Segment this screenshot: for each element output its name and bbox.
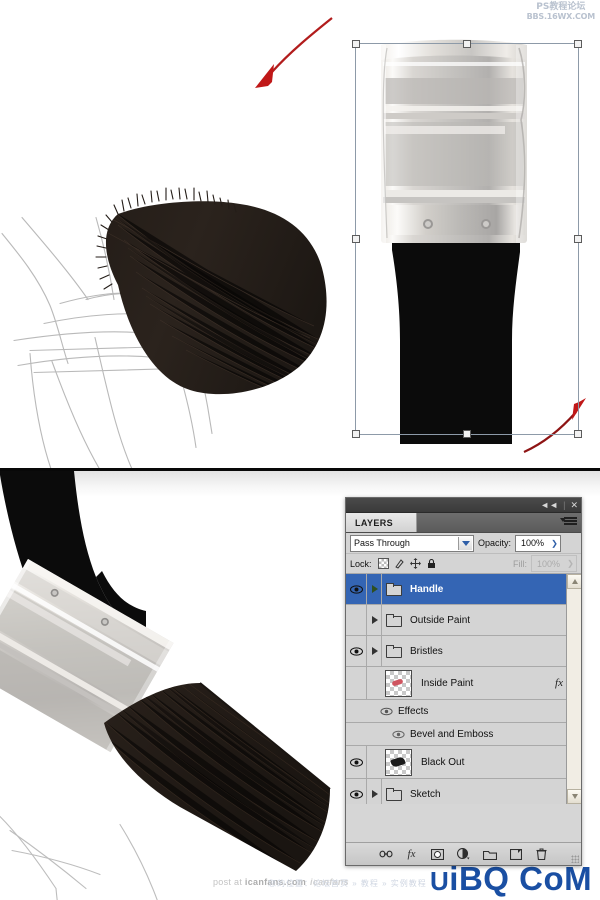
fill-label: Fill:: [513, 558, 527, 569]
eye-icon[interactable]: [392, 730, 405, 739]
add-layer-style-button[interactable]: fx: [405, 847, 419, 861]
watermark-top-right-line2: BBS.16WX.COM: [526, 12, 596, 21]
eye-icon: [349, 646, 363, 656]
layer-name: Outside Paint: [410, 614, 471, 626]
lock-image-pixels-icon[interactable]: [394, 558, 405, 569]
opacity-input[interactable]: 100% ❯: [515, 534, 562, 552]
transform-bounding-box[interactable]: [355, 43, 579, 435]
layer-row[interactable]: Black Out: [346, 746, 581, 779]
layer-visibility-toggle[interactable]: [346, 574, 367, 604]
blend-mode-row: Pass Through Opacity: 100% ❯: [346, 533, 581, 554]
folder-icon: [386, 645, 402, 658]
fill-input[interactable]: 100% ❯: [531, 555, 577, 572]
screenshot-root: PS教程论坛 BBS.16WX.COM post at icanfans.com…: [0, 0, 600, 900]
layers-panel-footer: fx: [346, 842, 581, 865]
link-layers-button[interactable]: [378, 847, 393, 861]
layer-name: Handle: [410, 583, 444, 595]
fill-group: Fill: 100% ❯: [513, 555, 577, 572]
folder-icon: [386, 788, 402, 801]
transform-handle-ml[interactable]: [352, 235, 360, 243]
layer-visibility-toggle[interactable]: [346, 636, 367, 666]
opacity-label: Opacity:: [478, 538, 512, 548]
tab-layers[interactable]: LAYERS: [346, 513, 417, 532]
layer-list[interactable]: Handle Outside Paint Bristles Inside Pai…: [346, 574, 581, 804]
group-expand-toggle[interactable]: [367, 779, 382, 804]
opacity-value: 100%: [521, 538, 545, 548]
layer-list-scrollbar[interactable]: [566, 574, 581, 804]
layer-name: Sketch: [410, 788, 441, 800]
layer-visibility-toggle[interactable]: [346, 605, 367, 635]
layer-row[interactable]: Bristles: [346, 636, 581, 667]
lock-position-icon[interactable]: [409, 558, 421, 569]
close-icon[interactable]: ✕: [570, 500, 578, 510]
layer-row[interactable]: Handle: [346, 574, 581, 605]
layer-row[interactable]: Inside Paint fx: [346, 667, 581, 700]
lock-all-icon[interactable]: [426, 558, 437, 569]
scroll-down-arrow-icon[interactable]: [567, 789, 581, 804]
layer-name: Bristles: [410, 645, 443, 657]
layer-effects-row[interactable]: Effects: [346, 700, 581, 723]
layer-visibility-toggle[interactable]: [346, 667, 367, 699]
blend-mode-value: Pass Through: [354, 538, 410, 548]
lock-label: Lock:: [350, 558, 372, 569]
layer-thumbnail[interactable]: [385, 748, 412, 776]
new-fill-adjustment-layer-button[interactable]: [457, 847, 471, 861]
watermark-post-text: post at: [213, 877, 245, 887]
fill-stepper-icon[interactable]: ❯: [560, 557, 576, 570]
group-expand-toggle[interactable]: [367, 636, 382, 666]
chevron-down-icon[interactable]: [458, 536, 472, 550]
transform-handle-br[interactable]: [574, 430, 582, 438]
scroll-up-arrow-icon[interactable]: [567, 574, 581, 589]
delete-layer-button[interactable]: [535, 847, 549, 861]
blend-mode-select[interactable]: Pass Through: [350, 534, 474, 552]
group-expand-toggle[interactable]: [367, 574, 382, 604]
lock-transparent-pixels-icon[interactable]: [377, 558, 389, 569]
transform-handle-mr[interactable]: [574, 235, 582, 243]
effect-name: Bevel and Emboss: [410, 728, 494, 740]
watermark-faint-forum-path: 您的位置：论坛首页 » 教程 » 实例教程: [268, 879, 427, 888]
layer-row[interactable]: Sketch: [346, 779, 581, 804]
eye-icon[interactable]: [380, 707, 393, 716]
titlebar-separator: |: [563, 499, 566, 510]
layer-thumbnail[interactable]: [385, 669, 412, 697]
eye-icon: [349, 584, 363, 594]
transform-handle-tr[interactable]: [574, 40, 582, 48]
add-layer-mask-button[interactable]: [431, 847, 445, 861]
transform-handle-bl[interactable]: [352, 430, 360, 438]
transform-handle-tc[interactable]: [463, 40, 471, 48]
canvas-top-pane: PS教程论坛 BBS.16WX.COM: [0, 0, 600, 469]
layer-effects-badge[interactable]: fx: [555, 677, 563, 689]
eye-icon: [349, 757, 363, 767]
layers-panel[interactable]: ◄◄ | ✕ LAYERS Pass Through Opacity: 100%: [345, 497, 582, 866]
panel-resize-grip[interactable]: [571, 855, 579, 863]
layer-name: Black Out: [421, 756, 465, 768]
layer-visibility-toggle[interactable]: [346, 746, 367, 778]
layer-visibility-toggle[interactable]: [346, 779, 367, 804]
opacity-stepper-icon[interactable]: ❯: [544, 537, 560, 550]
layer-name: Inside Paint: [421, 677, 474, 689]
lock-row: Lock: Fill: 100% ❯: [346, 554, 581, 574]
new-group-button[interactable]: [482, 847, 497, 861]
folder-icon: [386, 614, 402, 627]
panel-tab-row: LAYERS: [346, 513, 581, 533]
folder-icon: [386, 583, 402, 596]
transform-handle-bc[interactable]: [463, 430, 471, 438]
group-expand-toggle[interactable]: [367, 605, 382, 635]
watermark-uibq-prefix: U: [430, 866, 450, 896]
tab-layers-label: LAYERS: [355, 517, 394, 528]
panel-title-bar: ◄◄ | ✕: [346, 498, 581, 513]
layer-effect-item-row[interactable]: Bevel and Emboss: [346, 723, 581, 746]
panel-menu-icon[interactable]: [560, 517, 577, 528]
effects-label: Effects: [398, 705, 429, 717]
collapse-double-arrow-icon[interactable]: ◄◄: [540, 500, 558, 510]
fill-value: 100%: [537, 558, 561, 569]
eye-icon: [349, 789, 363, 799]
watermark-top-right: PS教程论坛 BBS.16WX.COM: [526, 2, 596, 22]
watermark-top-right-line1: PS教程论坛: [536, 2, 586, 12]
layer-row[interactable]: Outside Paint: [346, 605, 581, 636]
transform-handle-tl[interactable]: [352, 40, 360, 48]
new-layer-button[interactable]: [509, 847, 523, 861]
